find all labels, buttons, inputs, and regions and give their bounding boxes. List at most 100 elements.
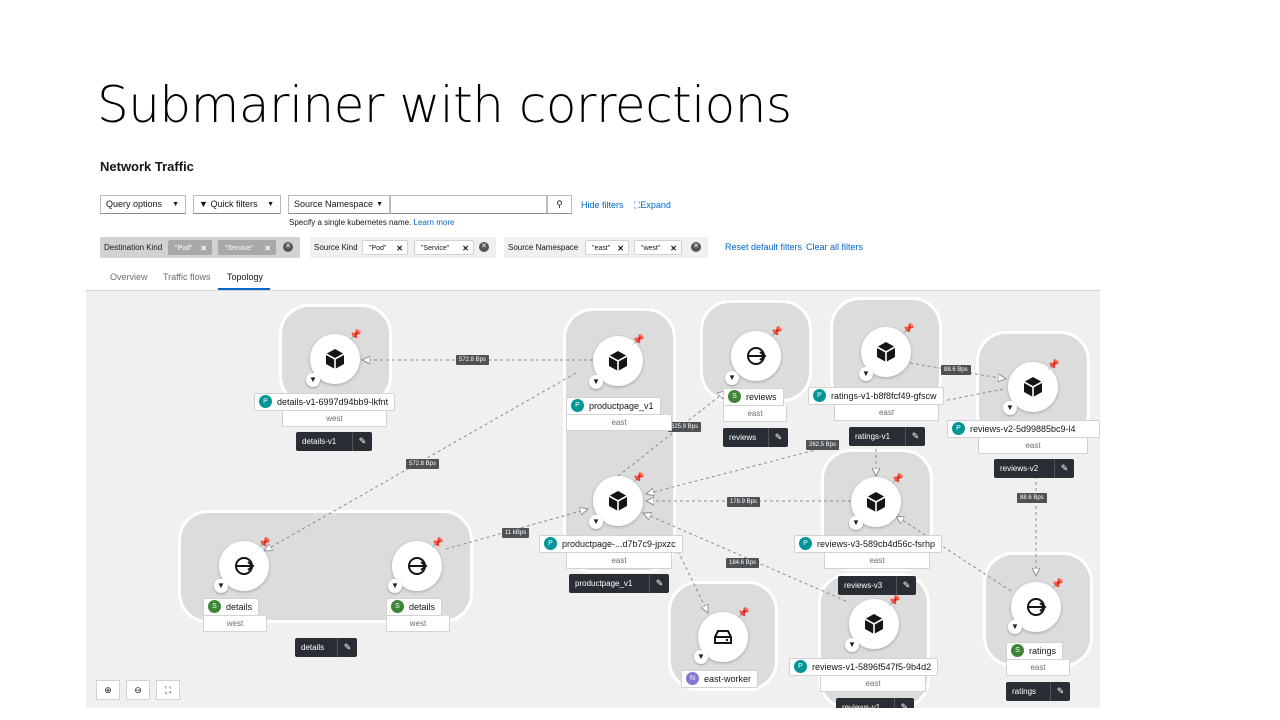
owner-name: reviews-v3	[844, 581, 883, 590]
node-label[interactable]: Pproductpage_v1	[566, 397, 661, 415]
node-label[interactable]: Sdetails	[203, 598, 260, 616]
wrench-icon[interactable]: ✎	[649, 574, 669, 593]
filter-chip[interactable]: "Pod" ✕	[168, 240, 212, 255]
group-owner-label[interactable]: ratings ✎	[1006, 682, 1070, 701]
pin-icon[interactable]: 📌	[737, 609, 749, 619]
filter-icon[interactable]: ▼	[214, 579, 228, 593]
close-icon[interactable]: ✕	[670, 241, 677, 256]
pin-icon[interactable]: 📌	[891, 475, 903, 485]
clear-all-filters-link[interactable]: Clear all filters	[806, 240, 863, 254]
reviews-service-node[interactable]	[731, 331, 781, 381]
reset-default-filters-link[interactable]: Reset default filters	[725, 240, 802, 254]
node-label[interactable]: Pproductpage-...d7b7c9-jpxzc	[539, 535, 683, 553]
node-label[interactable]: Previews-v3-589cb4d56c-fsrhp	[794, 535, 943, 553]
search-input[interactable]	[390, 195, 547, 214]
node-label[interactable]: Pratings-v1-b8f8fcf49-gfscw	[808, 387, 944, 405]
filter-icon[interactable]: ▼	[388, 579, 402, 593]
fit-to-screen-button[interactable]: ⛶	[156, 680, 180, 700]
filter-chip[interactable]: "Service" ✕	[414, 240, 474, 255]
pin-icon[interactable]: 📌	[632, 336, 644, 346]
group-owner-label[interactable]: reviews-v3 ✎	[838, 576, 916, 595]
group-owner-label[interactable]: details-v1 ✎	[296, 432, 372, 451]
tab-traffic-flows[interactable]: Traffic flows	[163, 272, 211, 282]
pin-icon[interactable]: 📌	[902, 325, 914, 335]
close-group-icon[interactable]: ✕	[479, 242, 489, 252]
source-namespace-select[interactable]: Source Namespace ▼	[288, 195, 390, 214]
hide-filters-link[interactable]: Hide filters	[581, 198, 624, 212]
filter-chip[interactable]: "Service" ✕	[218, 240, 276, 255]
filter-icon[interactable]: ▼	[1003, 401, 1017, 415]
close-icon[interactable]: ✕	[264, 241, 271, 256]
search-button[interactable]: ⚲	[547, 195, 572, 214]
wrench-icon[interactable]: ✎	[896, 576, 916, 595]
group-owner-label[interactable]: productpage_v1 ✎	[569, 574, 669, 593]
group-owner-label[interactable]: reviews-v1 ✎	[836, 698, 914, 708]
edge-label[interactable]: 572.8 Bps	[406, 459, 440, 469]
node-label[interactable]: Sdetails	[386, 598, 443, 616]
filter-icon[interactable]: ▼	[306, 373, 320, 387]
node-name: reviews	[746, 392, 777, 402]
edge-label[interactable]: 11 kBps	[502, 528, 530, 538]
learn-more-link[interactable]: Learn more	[414, 218, 455, 227]
filter-icon[interactable]: ▼	[725, 371, 739, 385]
pin-icon[interactable]: 📌	[888, 597, 900, 607]
filter-chip[interactable]: "east" ✕	[585, 240, 629, 255]
node-label[interactable]: Previews-v1-5896f547f5-9b4d2	[789, 658, 939, 676]
filter-chip[interactable]: "west" ✕	[634, 240, 682, 255]
edge-label[interactable]: 572.8 Bps	[456, 355, 490, 365]
node-label[interactable]: Previews-v2-5d99885bc9-l4	[947, 420, 1100, 438]
pin-icon[interactable]: 📌	[632, 474, 644, 484]
filter-icon[interactable]: ▼	[589, 515, 603, 529]
edge-label[interactable]: 184.6 Bps	[726, 558, 760, 568]
group-owner-label[interactable]: ratings-v1 ✎	[849, 427, 925, 446]
filter-icon[interactable]: ▼	[694, 650, 708, 664]
edge-label[interactable]: 262.5 Bps	[806, 440, 840, 450]
edge-label[interactable]: 88.6 Bps	[941, 365, 971, 375]
filter-icon[interactable]: ▼	[845, 638, 859, 652]
close-icon[interactable]: ✕	[396, 241, 403, 256]
pin-icon[interactable]: 📌	[258, 539, 270, 549]
wrench-icon[interactable]: ✎	[905, 427, 925, 446]
filter-icon[interactable]: ▼	[1008, 620, 1022, 634]
node-label[interactable]: Sratings	[1006, 642, 1064, 660]
node-label[interactable]: Neast-worker	[681, 670, 759, 688]
wrench-icon[interactable]: ✎	[352, 432, 372, 451]
wrench-icon[interactable]: ✎	[894, 698, 914, 708]
pin-icon[interactable]: 📌	[349, 331, 361, 341]
query-options-dropdown[interactable]: Query options ▼	[100, 195, 186, 214]
pin-icon[interactable]: 📌	[431, 539, 443, 549]
chip-label: "Pod"	[369, 245, 387, 252]
node-label[interactable]: Sreviews	[723, 388, 784, 406]
close-icon[interactable]: ✕	[617, 241, 624, 256]
zoom-in-button[interactable]: ⊕	[96, 680, 120, 700]
zoom-out-button[interactable]: ⊖	[126, 680, 150, 700]
pin-icon[interactable]: 📌	[770, 328, 782, 338]
close-group-icon[interactable]: ✕	[691, 242, 701, 252]
topology-canvas[interactable]: 572.8 Bps 572.8 Bps 625.9 Bps 262.5 Bps …	[86, 290, 1100, 708]
edge-label[interactable]: 178.9 Bps	[727, 497, 761, 507]
close-icon[interactable]: ✕	[200, 241, 207, 256]
pin-icon[interactable]: 📌	[1047, 361, 1059, 371]
filter-icon: ▼	[199, 199, 208, 209]
tab-overview[interactable]: Overview	[110, 272, 148, 282]
filter-chip[interactable]: "Pod" ✕	[362, 240, 408, 255]
tab-topology[interactable]: Topology	[227, 272, 263, 282]
quick-filters-dropdown[interactable]: ▼ Quick filters ▼	[193, 195, 281, 214]
group-owner-label[interactable]: reviews-v2 ✎	[994, 459, 1074, 478]
node-label[interactable]: Pdetails-v1-6997d94bb9-lkfnt	[254, 393, 396, 411]
filter-icon[interactable]: ▼	[849, 516, 863, 530]
expand-link[interactable]: ⛶Expand	[634, 198, 671, 212]
close-group-icon[interactable]: ✕	[283, 242, 293, 252]
filter-icon[interactable]: ▼	[589, 375, 603, 389]
wrench-icon[interactable]: ✎	[1054, 459, 1074, 478]
wrench-icon[interactable]: ✎	[337, 638, 357, 657]
pin-icon[interactable]: 📌	[1051, 580, 1063, 590]
group-owner-label[interactable]: reviews ✎	[723, 428, 788, 447]
edge-label[interactable]: 625.9 Bps	[668, 422, 702, 432]
wrench-icon[interactable]: ✎	[1050, 682, 1070, 701]
close-icon[interactable]: ✕	[462, 241, 469, 256]
group-owner-label[interactable]: details ✎	[295, 638, 357, 657]
edge-label[interactable]: 88.6 Bps	[1017, 493, 1047, 503]
wrench-icon[interactable]: ✎	[768, 428, 788, 447]
filter-icon[interactable]: ▼	[859, 367, 873, 381]
